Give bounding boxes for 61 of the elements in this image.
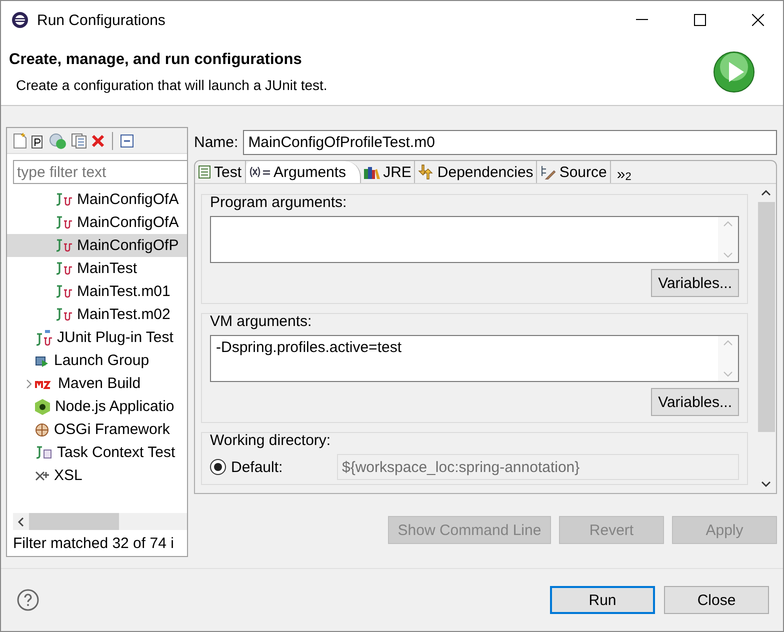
tree-item[interactable]: MainConfigOfA: [7, 211, 187, 234]
radio-button[interactable]: [210, 459, 226, 475]
junit-icon: [55, 239, 72, 252]
arrows-icon: [418, 164, 434, 180]
pencil-icon: [540, 164, 556, 180]
new-prototype-icon[interactable]: [31, 132, 45, 148]
tree-item[interactable]: MainTest.m02: [7, 303, 187, 326]
tree-item[interactable]: Node.js Applicatio: [7, 395, 187, 418]
tree-item[interactable]: JUnit Plug-in Test: [7, 326, 187, 349]
maximize-icon[interactable]: [694, 14, 706, 26]
junit-icon: [55, 216, 72, 229]
variable-icon: [248, 166, 271, 178]
tree-item[interactable]: MainTest: [7, 257, 187, 280]
horizontal-scrollbar[interactable]: [13, 513, 187, 530]
window-title: Run Configurations: [37, 12, 166, 28]
dialog-button[interactable]: Close: [664, 586, 769, 614]
xsl-icon: [35, 470, 49, 482]
more-tabs-button[interactable]: »$_{2}$: [610, 161, 638, 183]
junit-icon: [55, 262, 72, 275]
variables-button[interactable]: Variables...: [651, 269, 739, 297]
junit-icon: [55, 308, 72, 321]
group-label: Working directory:: [210, 432, 332, 450]
tree-item[interactable]: OSGi Framework: [7, 418, 187, 441]
launch-group-icon: [35, 354, 49, 368]
tree-item[interactable]: MainTest.m01: [7, 280, 187, 303]
filter-field[interactable]: type filter text: [13, 160, 187, 184]
tree-item[interactable]: XSL: [7, 464, 187, 487]
minimize-icon[interactable]: [636, 19, 648, 21]
tree-item[interactable]: Task Context Test: [7, 441, 187, 464]
dialog-heading: Create, manage, and run configurations: [9, 51, 303, 69]
group-label: Program arguments:: [210, 194, 348, 212]
junit-plugin-icon: [35, 330, 52, 346]
hexagon-icon: [35, 398, 50, 414]
tab[interactable]: Dependencies: [415, 161, 538, 183]
radio-label: Default:: [231, 458, 283, 476]
name-label: Name:: [194, 134, 238, 151]
tree-item[interactable]: MainConfigOfA: [7, 188, 187, 211]
books-icon: [364, 166, 380, 178]
group-label: VM arguments:: [210, 313, 313, 331]
dialog-button[interactable]: Run: [550, 586, 655, 614]
dialog-description: Create a configuration that will launch a JUnit test.: [16, 77, 328, 93]
name-field[interactable]: MainConfigOfProfileTest.m0: [243, 130, 777, 155]
tree-item[interactable]: Maven Build: [7, 372, 187, 395]
collapse-all-icon[interactable]: [120, 134, 134, 148]
copy-icon[interactable]: [71, 132, 87, 148]
tab[interactable]: Test: [195, 161, 246, 183]
tab[interactable]: Arguments: [246, 161, 362, 183]
app-icon: [11, 11, 29, 29]
variables-button[interactable]: Variables...: [651, 388, 739, 416]
crosshair-icon: [35, 422, 49, 436]
junit-icon: [55, 285, 72, 298]
run-icon: [713, 51, 755, 93]
task-context-icon: [35, 446, 52, 459]
document-icon: [198, 165, 211, 179]
delete-icon[interactable]: [91, 134, 105, 148]
tree-item[interactable]: Launch Group: [7, 349, 187, 372]
close-icon[interactable]: [752, 14, 764, 26]
tab[interactable]: JRE: [361, 161, 416, 183]
junit-icon: [55, 193, 72, 206]
tree-item[interactable]: MainConfigOfP: [7, 234, 187, 257]
help-icon[interactable]: [17, 589, 39, 611]
